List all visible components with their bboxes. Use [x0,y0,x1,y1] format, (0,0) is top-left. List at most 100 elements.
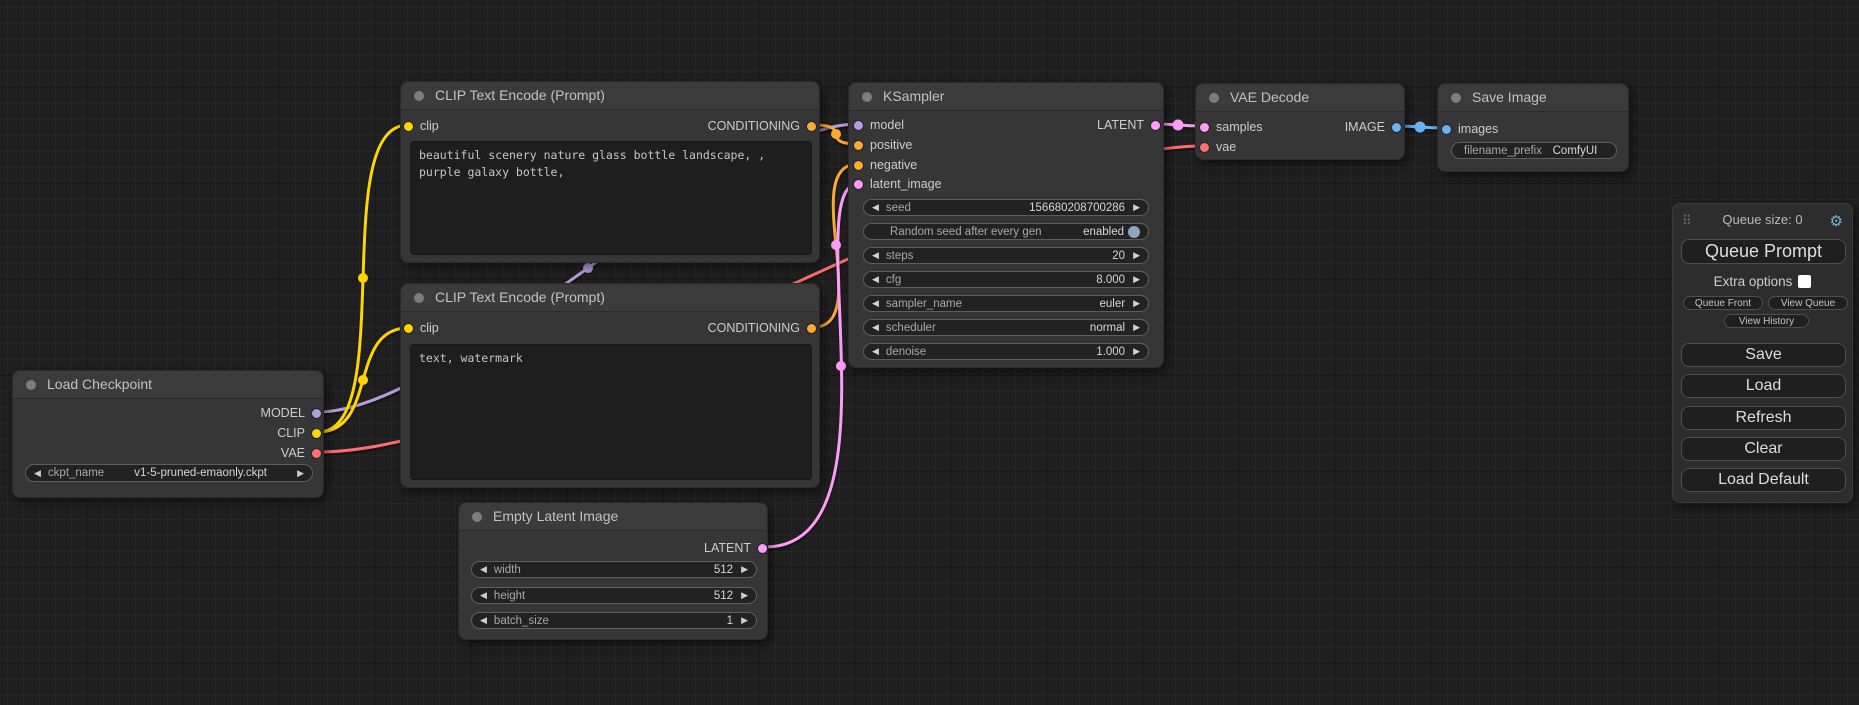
widget-filename-prefix[interactable]: filename_prefix ComfyUI [1451,142,1617,159]
latent-wire-out-midpoint-dot[interactable] [1173,120,1184,131]
widget-random-seed-toggle[interactable]: Random seed after every gen enabled [863,223,1149,240]
port-latent-output[interactable]: LATENT [1097,116,1160,134]
clip-port-dot[interactable] [404,122,413,131]
increment-arrow-icon[interactable]: ▶ [1133,299,1140,308]
decrement-arrow-icon[interactable]: ◀ [872,323,879,332]
node-title-bar[interactable]: CLIP Text Encode (Prompt) [401,284,819,312]
toggle-knob[interactable] [1128,226,1140,238]
port-conditioning-output[interactable]: CONDITIONING [708,319,816,337]
decrement-arrow-icon[interactable]: ◀ [872,251,879,260]
model-port-dot[interactable] [312,409,321,418]
decrement-arrow-icon[interactable]: ◀ [872,299,879,308]
port-model-output[interactable]: MODEL [261,404,321,422]
decrement-arrow-icon[interactable]: ◀ [872,347,879,356]
node-title-bar[interactable]: KSampler [849,83,1163,111]
port-vae-output[interactable]: VAE [281,444,321,462]
widget-height[interactable]: ◀ height 512 ▶ [471,587,757,604]
node-clip-text-encode-positive[interactable]: CLIP Text Encode (Prompt) clip CONDITION… [400,81,820,263]
collapse-dot-icon[interactable] [472,512,482,522]
node-vae-decode[interactable]: VAE Decode samples vae IMAGE [1195,83,1405,160]
latent-wire-in-midpoint-dot[interactable] [836,361,846,371]
conditioning-port-dot[interactable] [807,122,816,131]
decrement-arrow-icon[interactable]: ◀ [872,275,879,284]
decrement-arrow-icon[interactable]: ◀ [872,203,879,212]
port-clip-output[interactable]: CLIP [277,424,321,442]
widget-seed[interactable]: ◀ seed 156680208700286 ▶ [863,199,1149,216]
widget-cfg[interactable]: ◀ cfg 8.000 ▶ [863,271,1149,288]
node-title-bar[interactable]: Empty Latent Image [459,503,767,531]
increment-arrow-icon[interactable]: ▶ [741,565,748,574]
clip-wire-midpoint-dot-1[interactable] [358,273,368,283]
node-title-bar[interactable]: CLIP Text Encode (Prompt) [401,82,819,110]
latent-port-dot[interactable] [1200,123,1209,132]
conditioning-wire-midpoint-dot-1[interactable] [831,129,841,139]
port-image-output[interactable]: IMAGE [1345,118,1401,136]
queue-panel[interactable]: ⠿ Queue size: 0 ⚙ Queue Prompt Extra opt… [1672,203,1853,503]
conditioning-port-dot[interactable] [807,324,816,333]
latent-port-dot[interactable] [1151,121,1160,130]
widget-batch-size[interactable]: ◀ batch_size 1 ▶ [471,612,757,629]
port-positive-input[interactable]: positive [854,136,912,154]
drag-handle-icon[interactable]: ⠿ [1682,213,1691,229]
queue-prompt-button[interactable]: Queue Prompt [1681,239,1846,264]
node-title-bar[interactable]: Save Image [1438,84,1628,112]
port-samples-input[interactable]: samples [1200,118,1263,136]
port-clip-input[interactable]: clip [404,319,439,337]
decrement-arrow-icon[interactable]: ◀ [480,565,487,574]
model-wire-midpoint-dot[interactable] [583,263,593,273]
decrement-arrow-icon[interactable]: ◀ [480,591,487,600]
prompt-textarea-positive[interactable]: beautiful scenery nature glass bottle la… [410,141,812,255]
collapse-dot-icon[interactable] [1451,93,1461,103]
increment-arrow-icon[interactable]: ▶ [1133,275,1140,284]
collapse-dot-icon[interactable] [862,92,872,102]
increment-arrow-icon[interactable]: ▶ [741,616,748,625]
clip-port-dot[interactable] [312,429,321,438]
widget-scheduler[interactable]: ◀ scheduler normal ▶ [863,319,1149,336]
increment-arrow-icon[interactable]: ▶ [297,469,304,478]
collapse-dot-icon[interactable] [26,380,36,390]
widget-width[interactable]: ◀ width 512 ▶ [471,561,757,578]
port-conditioning-output[interactable]: CONDITIONING [708,117,816,135]
collapse-dot-icon[interactable] [414,293,424,303]
node-title-bar[interactable]: VAE Decode [1196,84,1404,112]
refresh-button[interactable]: Refresh [1681,406,1846,430]
save-button[interactable]: Save [1681,343,1846,367]
node-empty-latent-image[interactable]: Empty Latent Image LATENT ◀ width 512 ▶ … [458,502,768,640]
increment-arrow-icon[interactable]: ▶ [1133,323,1140,332]
clip-wire-midpoint-dot-2[interactable] [358,375,368,385]
clear-button[interactable]: Clear [1681,437,1846,461]
port-model-input[interactable]: model [854,116,904,134]
latent-port-dot[interactable] [758,544,767,553]
collapse-dot-icon[interactable] [1209,93,1219,103]
decrement-arrow-icon[interactable]: ◀ [480,616,487,625]
node-load-checkpoint[interactable]: Load Checkpoint MODEL CLIP VAE ◀ ckpt_na… [12,370,324,498]
load-default-button[interactable]: Load Default [1681,468,1846,492]
widget-sampler-name[interactable]: ◀ sampler_name euler ▶ [863,295,1149,312]
conditioning-port-dot[interactable] [854,161,863,170]
port-images-input[interactable]: images [1442,120,1498,138]
vae-port-dot[interactable] [1200,143,1209,152]
port-clip-input[interactable]: clip [404,117,439,135]
model-port-dot[interactable] [854,121,863,130]
decrement-arrow-icon[interactable]: ◀ [34,469,41,478]
vae-port-dot[interactable] [312,449,321,458]
increment-arrow-icon[interactable]: ▶ [1133,203,1140,212]
port-latent-image-input[interactable]: latent_image [854,175,942,193]
collapse-dot-icon[interactable] [414,91,424,101]
prompt-textarea-negative[interactable]: text, watermark [410,344,812,480]
node-graph-canvas[interactable]: Load Checkpoint MODEL CLIP VAE ◀ ckpt_na… [0,0,1859,705]
node-ksampler[interactable]: KSampler model positive negative latent_… [848,82,1164,368]
increment-arrow-icon[interactable]: ▶ [1133,251,1140,260]
increment-arrow-icon[interactable]: ▶ [741,591,748,600]
conditioning-wire-midpoint-dot-2[interactable] [831,240,841,250]
widget-ckpt-name[interactable]: ◀ ckpt_name v1-5-pruned-emaonly.ckpt ▶ [25,464,313,482]
queue-front-button[interactable]: Queue Front [1683,296,1763,310]
port-negative-input[interactable]: negative [854,156,917,174]
node-save-image[interactable]: Save Image images filename_prefix ComfyU… [1437,83,1629,172]
view-history-button[interactable]: View History [1724,314,1809,328]
latent-port-dot[interactable] [854,180,863,189]
clip-port-dot[interactable] [404,324,413,333]
image-wire-midpoint-dot[interactable] [1415,122,1426,133]
conditioning-port-dot[interactable] [854,141,863,150]
gear-icon[interactable]: ⚙ [1830,212,1843,230]
